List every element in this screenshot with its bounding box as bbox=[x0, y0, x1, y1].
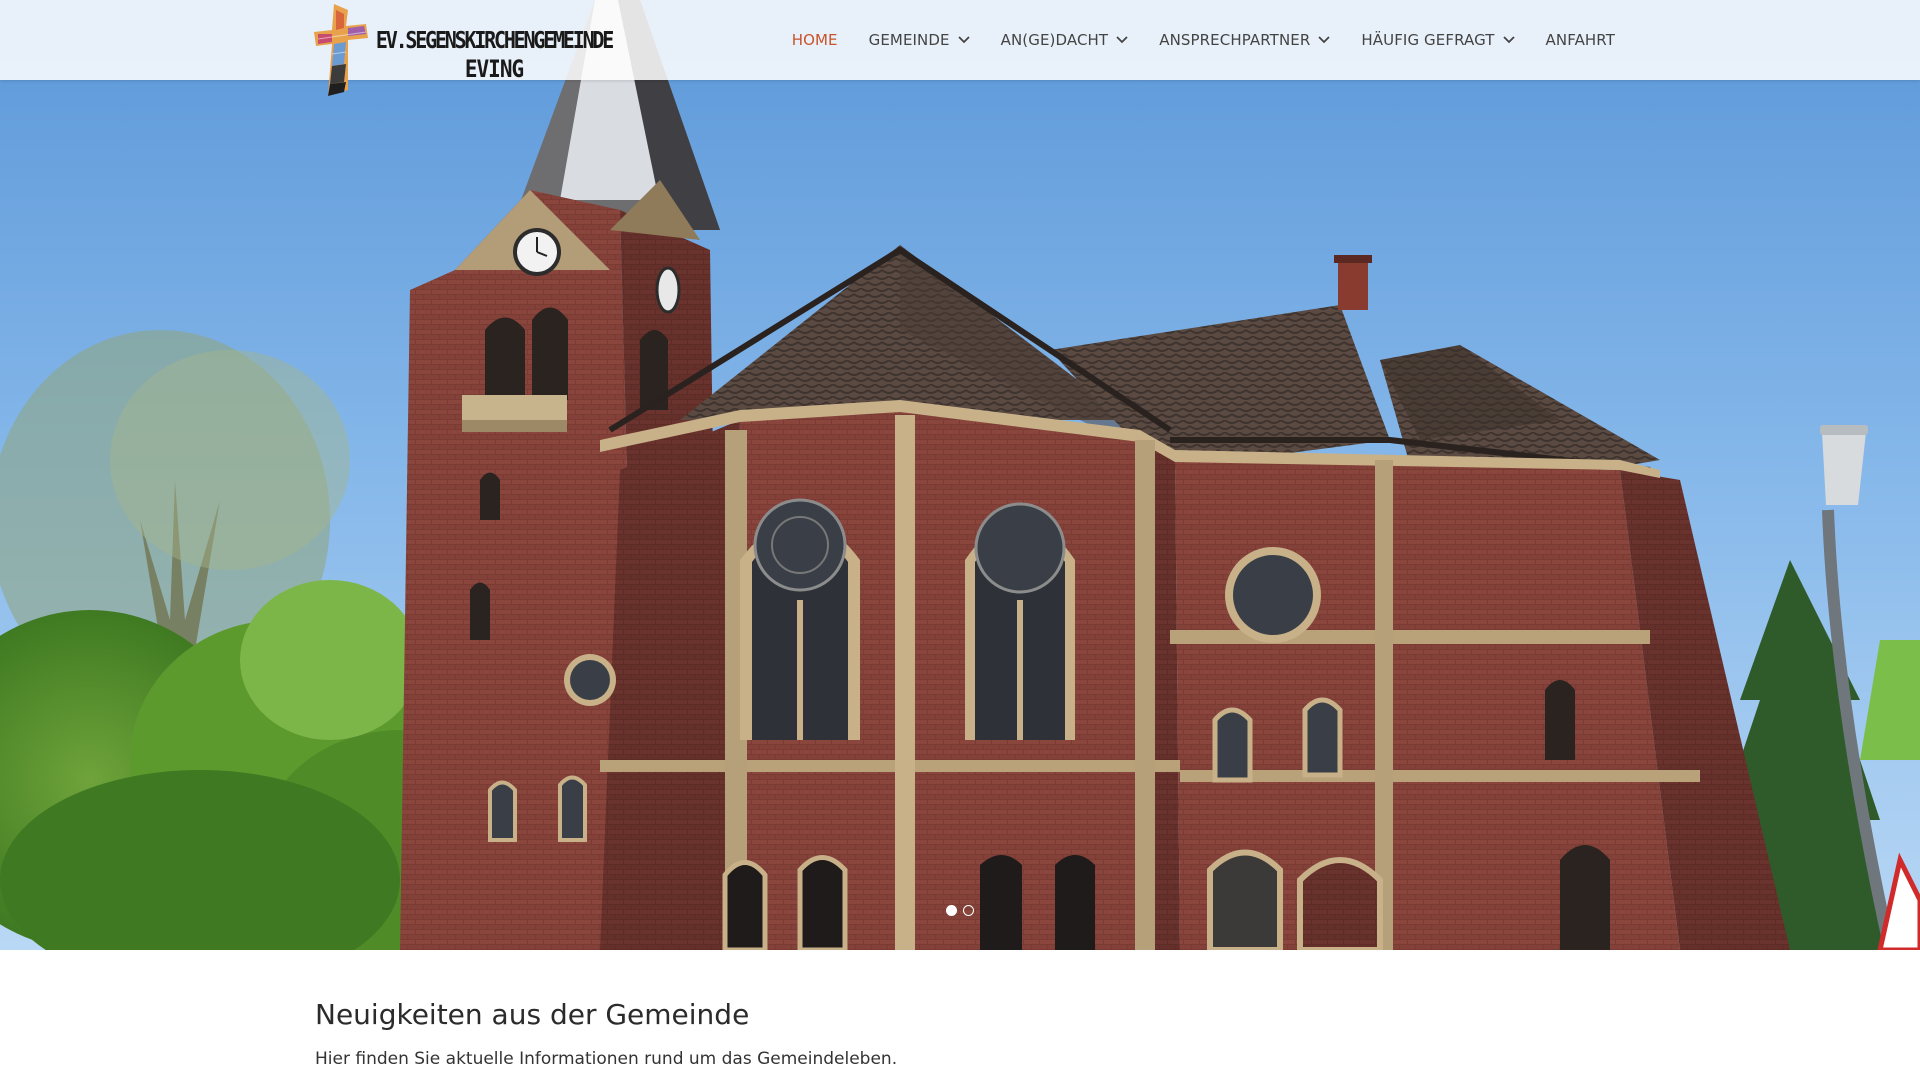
nav-item-label: ANFAHRT bbox=[1545, 31, 1615, 49]
site-logo-text: EV.SEGENSKIRCHENGEMEINDE EVING bbox=[374, 26, 614, 84]
site-header: EV.SEGENSKIRCHENGEMEINDE EVING HOME GEME… bbox=[0, 0, 1920, 96]
nav-item-label: HOME bbox=[791, 31, 838, 49]
nav-item-gemeinde[interactable]: GEMEINDE bbox=[869, 31, 970, 49]
slider-pagination bbox=[0, 905, 1920, 916]
slider-dot-1[interactable] bbox=[946, 905, 957, 916]
slider-dot-2[interactable] bbox=[963, 905, 974, 916]
chevron-down-icon bbox=[1116, 36, 1128, 44]
main-navigation: HOME GEMEINDE AN(GE)DACHT ANSPRECHPARTNE… bbox=[761, 0, 1615, 80]
news-section: Neuigkeiten aus der Gemeinde Hier finden… bbox=[315, 998, 1605, 1069]
nav-item-angedacht[interactable]: AN(GE)DACHT bbox=[1001, 31, 1129, 49]
nav-item-label: GEMEINDE bbox=[868, 31, 950, 49]
nav-item-anfahrt[interactable]: ANFAHRT bbox=[1546, 31, 1615, 49]
news-subtitle: Hier finden Sie aktuelle Informationen r… bbox=[315, 1049, 898, 1069]
chevron-down-icon bbox=[957, 36, 970, 44]
stylized-cross-logo-icon bbox=[314, 4, 368, 96]
chevron-down-icon bbox=[1318, 36, 1331, 44]
news-title: Neuigkeiten aus der Gemeinde bbox=[315, 998, 750, 1031]
nav-item-label: AN(GE)DACHT bbox=[1000, 31, 1109, 49]
nav-item-ansprechpartner[interactable]: ANSPRECHPARTNER bbox=[1159, 31, 1331, 49]
nav-item-haeufig-gefragt[interactable]: HÄUFIG GEFRAGT bbox=[1361, 31, 1515, 49]
logo-line-2: EVING bbox=[464, 55, 524, 83]
nav-item-home[interactable]: HOME bbox=[792, 31, 838, 49]
hero-slider bbox=[0, 0, 1920, 950]
hero-image-church bbox=[0, 0, 1920, 950]
chevron-down-icon bbox=[1502, 36, 1515, 44]
nav-item-label: HÄUFIG GEFRAGT bbox=[1361, 31, 1495, 49]
nav-item-label: ANSPRECHPARTNER bbox=[1159, 31, 1311, 49]
site-logo[interactable]: EV.SEGENSKIRCHENGEMEINDE EVING bbox=[314, 4, 614, 96]
